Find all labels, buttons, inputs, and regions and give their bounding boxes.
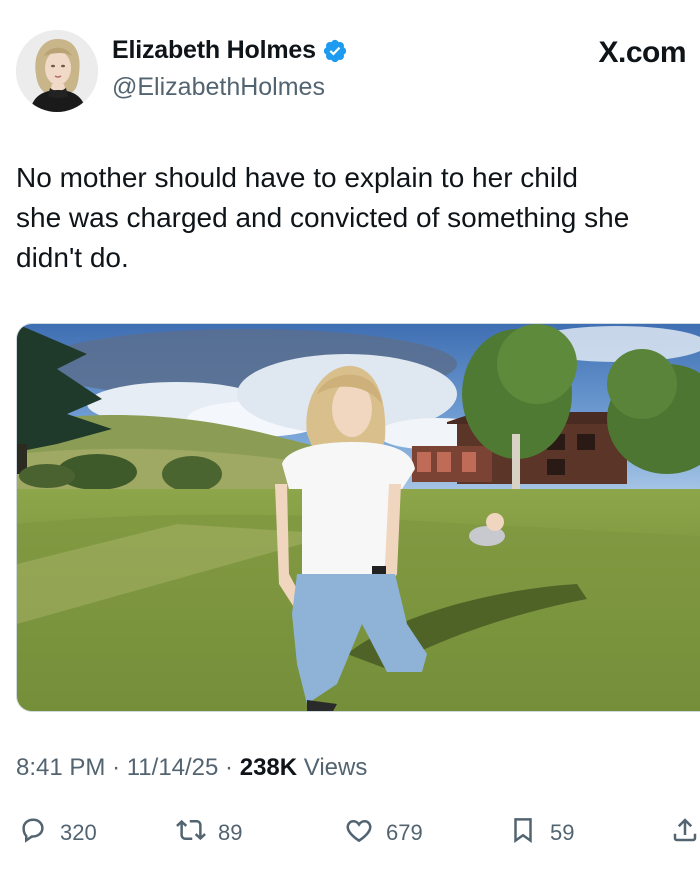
tweet-text-line: she was charged and convicted of somethi…	[16, 202, 630, 233]
like-button[interactable]: 679	[344, 810, 423, 856]
brand-label: X.com	[598, 36, 686, 69]
tweet-time[interactable]: 8:41 PM	[16, 754, 105, 781]
meta-separator: ·	[225, 754, 234, 781]
tweet-text: No mother should have to explain to her …	[16, 158, 700, 278]
tweet-text-line: No mother should have to explain to her …	[16, 162, 578, 193]
share-button[interactable]	[670, 810, 700, 856]
repost-icon	[176, 815, 206, 851]
author-handle[interactable]: @ElizabethHolmes	[112, 73, 325, 102]
reply-button[interactable]: 320	[18, 810, 97, 856]
avatar-image	[16, 30, 98, 112]
share-icon	[670, 815, 700, 851]
meta-separator: ·	[112, 754, 121, 781]
tweet-text-line: didn't do.	[16, 242, 129, 273]
repost-count: 89	[218, 820, 243, 845]
author-name[interactable]: Elizabeth Holmes	[112, 36, 316, 65]
like-count: 679	[386, 820, 423, 845]
views-label: Views	[303, 754, 368, 781]
tweet-card: Elizabeth Holmes @ElizabethHolmes X.com …	[0, 0, 700, 882]
tweet-photo[interactable]	[16, 323, 700, 712]
verified-badge-icon	[322, 38, 348, 64]
author-name-row[interactable]: Elizabeth Holmes	[112, 36, 348, 65]
views-count: 238K	[239, 754, 298, 781]
avatar[interactable]	[16, 30, 98, 112]
bookmark-icon	[508, 815, 538, 851]
photo-image	[17, 324, 700, 711]
action-bar: 320 89 679 59	[0, 810, 700, 856]
bookmark-count: 59	[550, 820, 575, 845]
like-icon	[344, 815, 374, 851]
repost-button[interactable]: 89	[176, 810, 242, 856]
bookmark-button[interactable]: 59	[508, 810, 574, 856]
reply-count: 320	[60, 820, 97, 845]
tweet-meta: 8:41 PM · 11/14/25 · 238K Views	[16, 754, 367, 782]
tweet-date[interactable]: 11/14/25	[127, 754, 219, 781]
reply-icon	[18, 815, 48, 851]
